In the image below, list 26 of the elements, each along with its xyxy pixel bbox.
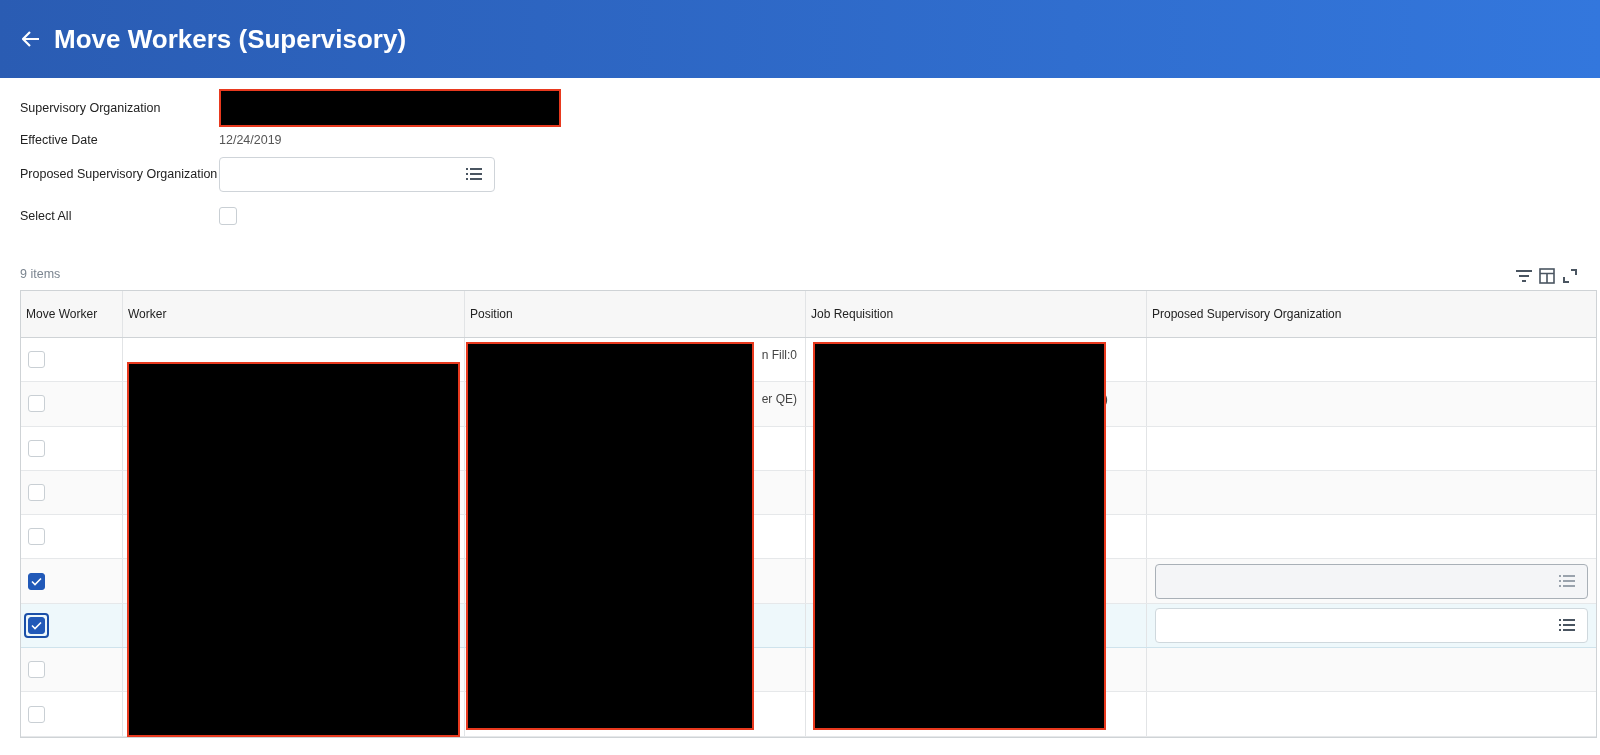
- list-icon[interactable]: [1559, 619, 1575, 632]
- filter-icon[interactable]: [1516, 270, 1532, 282]
- column-header[interactable]: Worker: [128, 305, 167, 323]
- column-header[interactable]: Move Worker: [26, 305, 98, 323]
- checkmark-icon: [31, 620, 42, 630]
- column-header[interactable]: Position: [470, 305, 513, 323]
- checkmark-icon: [31, 576, 42, 586]
- field-label: Supervisory Organization: [20, 99, 162, 117]
- fullscreen-icon[interactable]: [1562, 268, 1578, 284]
- position-text: n Fill:0: [761, 347, 797, 364]
- item-count: 9 items: [20, 266, 61, 284]
- field-label: Effective Date: [20, 131, 99, 149]
- checkbox[interactable]: [28, 572, 45, 590]
- checkbox[interactable]: [28, 616, 45, 634]
- effective-date-value: 12/24/2019: [219, 131, 282, 149]
- prompt-field[interactable]: [219, 156, 495, 192]
- prompt-field[interactable]: [1155, 607, 1588, 643]
- table-layout-icon[interactable]: [1539, 268, 1555, 284]
- column-header[interactable]: Proposed Supervisory Organization: [1152, 305, 1342, 323]
- field-label: Proposed Supervisory Organization: [20, 165, 219, 183]
- field-label: Select All: [20, 207, 73, 225]
- list-icon[interactable]: [466, 168, 482, 180]
- position-text: er QE): [761, 391, 797, 409]
- page-title: Move Workers (Supervisory): [54, 22, 407, 56]
- column-header[interactable]: Job Requisition: [811, 305, 894, 323]
- back-arrow-icon[interactable]: [22, 31, 40, 47]
